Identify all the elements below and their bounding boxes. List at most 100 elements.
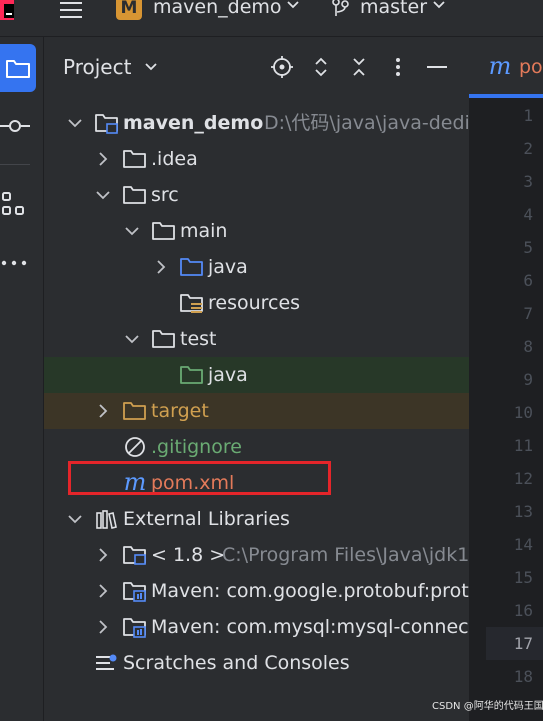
resources-label: resources <box>208 292 301 314</box>
chevron-right-icon[interactable] <box>92 400 114 422</box>
folder-icon <box>122 147 148 171</box>
line-number: 13 <box>513 502 533 521</box>
line-number: 16 <box>513 601 533 620</box>
chevron-down-icon[interactable] <box>121 220 143 242</box>
main-label: main <box>180 220 228 242</box>
editor-tab-label: po <box>519 56 543 78</box>
locate-icon[interactable] <box>270 55 294 79</box>
line-number: 17 <box>513 634 533 653</box>
branch-widget[interactable]: master <box>330 0 460 22</box>
chevron-right-icon[interactable] <box>92 580 114 602</box>
chevron-right-icon[interactable] <box>92 544 114 566</box>
tree-row-src[interactable]: src <box>44 177 469 213</box>
chevron-down-icon <box>284 0 302 12</box>
external-libraries-label: External Libraries <box>123 508 290 530</box>
chevron-right-icon[interactable] <box>92 616 114 638</box>
tree-row-gitignore[interactable]: .gitignore <box>44 429 469 465</box>
scratches-label: Scratches and Consoles <box>123 652 350 674</box>
tree-row-main-java[interactable]: java <box>44 249 469 285</box>
chevron-right-icon[interactable] <box>92 148 114 170</box>
tree-row-root[interactable]: maven_demo D:\代码\java\java-dedi <box>44 105 470 141</box>
line-number: 5 <box>523 238 533 257</box>
commit-tool-icon[interactable] <box>0 115 30 137</box>
editor-tab-pom[interactable]: m po <box>469 37 543 94</box>
tool-window-stripe <box>0 37 44 721</box>
tree-row-maven-mysql[interactable]: Maven: com.mysql:mysql-connecto <box>44 609 488 645</box>
maven-protobuf-label: Maven: com.google.protobuf:proto <box>151 580 481 602</box>
highlight-box <box>68 461 331 495</box>
panel-title[interactable]: Project <box>63 55 131 79</box>
tree-row-jdk[interactable]: < 1.8 > C:\Program Files\Java\jdk1 <box>44 537 469 573</box>
tree-row-maven-protobuf[interactable]: Maven: com.google.protobuf:proto <box>44 573 480 609</box>
jdk-path: C:\Program Files\Java\jdk1 <box>222 544 470 566</box>
tree-row-test[interactable]: test <box>44 321 469 357</box>
line-number: 8 <box>523 337 533 356</box>
line-number: 18 <box>513 667 533 686</box>
idea-label: .idea <box>151 148 198 170</box>
test-source-folder-icon <box>179 363 205 387</box>
more-tools-icon[interactable] <box>0 253 28 273</box>
tree-row-resources[interactable]: resources <box>44 285 469 321</box>
jdk-name: < 1.8 > <box>151 544 226 566</box>
chevron-down-icon[interactable] <box>64 112 86 134</box>
gitignore-label: .gitignore <box>151 436 242 458</box>
source-folder-icon <box>179 255 205 279</box>
project-name: maven_demo <box>153 0 282 18</box>
maven-file-icon: m <box>488 52 512 80</box>
chevron-down-icon <box>430 0 448 12</box>
stripe-separator <box>0 164 30 165</box>
chevron-down-icon[interactable] <box>64 508 86 530</box>
tree-row-main[interactable]: main <box>44 213 469 249</box>
tree-row-test-java[interactable]: java <box>44 357 469 393</box>
watermark: CSDN @阿华的代码王国 <box>432 701 543 712</box>
test-java-label: java <box>208 364 248 386</box>
tree-row-scratches[interactable]: Scratches and Consoles <box>44 645 469 681</box>
chevron-down-icon[interactable] <box>143 60 159 74</box>
line-number: 15 <box>513 568 533 587</box>
branch-name: master <box>360 0 428 18</box>
title-bar: M maven_demo master <box>0 0 543 37</box>
scratches-icon <box>94 651 118 675</box>
folder-icon <box>122 183 148 207</box>
hide-panel-icon[interactable] <box>425 55 449 79</box>
options-icon[interactable] <box>390 55 406 79</box>
expand-all-icon[interactable] <box>311 55 331 79</box>
root-path: D:\代码\java\java-dedi <box>264 112 470 134</box>
line-number: 9 <box>523 370 533 389</box>
line-number: 12 <box>513 469 533 488</box>
chevron-down-icon[interactable] <box>92 184 114 206</box>
ignore-file-icon <box>123 435 147 459</box>
line-number: 14 <box>513 535 533 554</box>
structure-tool-icon[interactable] <box>0 191 28 217</box>
project-badge: M <box>116 0 142 20</box>
main-menu-icon[interactable] <box>56 0 86 20</box>
maven-library-icon <box>122 615 148 639</box>
module-folder-icon <box>94 111 120 135</box>
src-label: src <box>151 184 179 206</box>
test-label: test <box>180 328 217 350</box>
chevron-down-icon[interactable] <box>121 328 143 350</box>
maven-library-icon <box>122 579 148 603</box>
line-number: 6 <box>523 271 533 290</box>
collapse-all-icon[interactable] <box>349 55 369 79</box>
jdk-folder-icon <box>122 543 148 567</box>
library-icon <box>94 507 118 531</box>
line-number: 1 <box>523 106 533 125</box>
root-name: maven_demo <box>123 112 264 134</box>
line-number: 4 <box>523 205 533 224</box>
tree-row-external-libraries[interactable]: External Libraries <box>44 501 469 537</box>
main-java-label: java <box>208 256 248 278</box>
excluded-folder-icon <box>122 399 148 423</box>
app-logo-icon[interactable] <box>0 0 26 24</box>
folder-icon <box>151 327 177 351</box>
line-number: 2 <box>523 139 533 158</box>
project-widget[interactable]: M maven_demo <box>116 0 302 22</box>
tree-row-target[interactable]: target <box>44 393 469 429</box>
line-number-gutter: 1 2 3 4 5 6 7 8 9 10 11 12 13 14 15 16 17 18 <box>469 98 543 721</box>
tree-row-idea[interactable]: .idea <box>44 141 469 177</box>
git-branch-icon <box>330 0 350 18</box>
project-tool-button[interactable] <box>0 44 36 92</box>
line-number: 3 <box>523 172 533 191</box>
chevron-right-icon[interactable] <box>150 256 172 278</box>
line-number: 10 <box>513 403 533 422</box>
